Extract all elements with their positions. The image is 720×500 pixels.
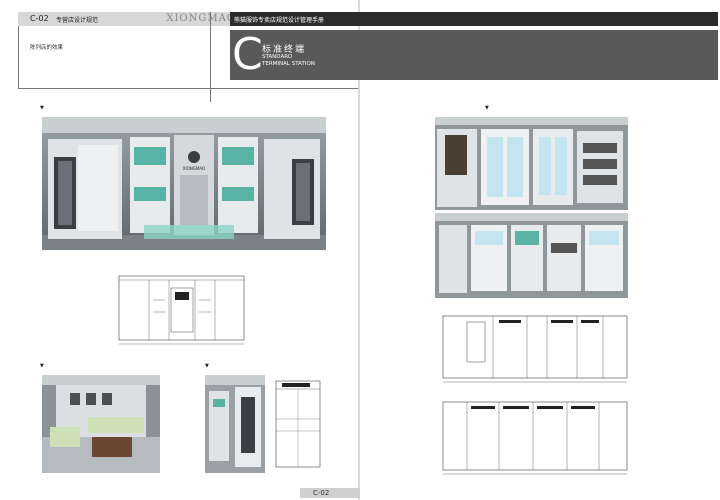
fitting-area-render — [205, 375, 265, 473]
lounge-area-render — [42, 375, 160, 473]
wardrobe-elevation-drawing-2 — [437, 398, 632, 478]
marker-triangle-3: ▼ — [40, 363, 44, 369]
left-header-bar: C-02 专营店设计规范 XIONGMAO — [18, 12, 240, 26]
wardrobe-wall-render-2 — [435, 213, 628, 298]
side-elevation-drawing — [270, 375, 326, 473]
brand-wordmark: XIONGMAO — [166, 13, 236, 24]
marker-triangle-4: ▼ — [205, 363, 209, 369]
footer-page-code: C-02 — [313, 489, 330, 497]
manual-title: 熊猫服饰专卖店规范设计管理手册 — [234, 17, 325, 24]
store-interior-render: XIONGMAO — [42, 117, 326, 250]
section-banner — [230, 30, 718, 80]
chapter-code: C-02 — [30, 14, 49, 23]
section-title-en-line2: TERMINAL STATION — [262, 61, 315, 67]
chapter-category: 专营店设计规范 — [56, 17, 99, 24]
wardrobe-elevation-drawing-1 — [437, 312, 632, 384]
footer-tab — [300, 488, 360, 498]
display-effect-label: 陈列店的效果 — [30, 45, 64, 51]
marker-triangle-1: ▼ — [40, 105, 44, 111]
header-bottom-rule — [18, 88, 358, 89]
header-left-rule — [18, 26, 19, 88]
render-counter-logo: XIONGMAO — [183, 166, 205, 171]
marker-triangle-2: ▼ — [485, 105, 489, 111]
wardrobe-wall-render-1 — [435, 117, 628, 210]
section-title-en-line1: STANDARD — [262, 54, 293, 60]
front-elevation-drawing — [115, 270, 248, 348]
